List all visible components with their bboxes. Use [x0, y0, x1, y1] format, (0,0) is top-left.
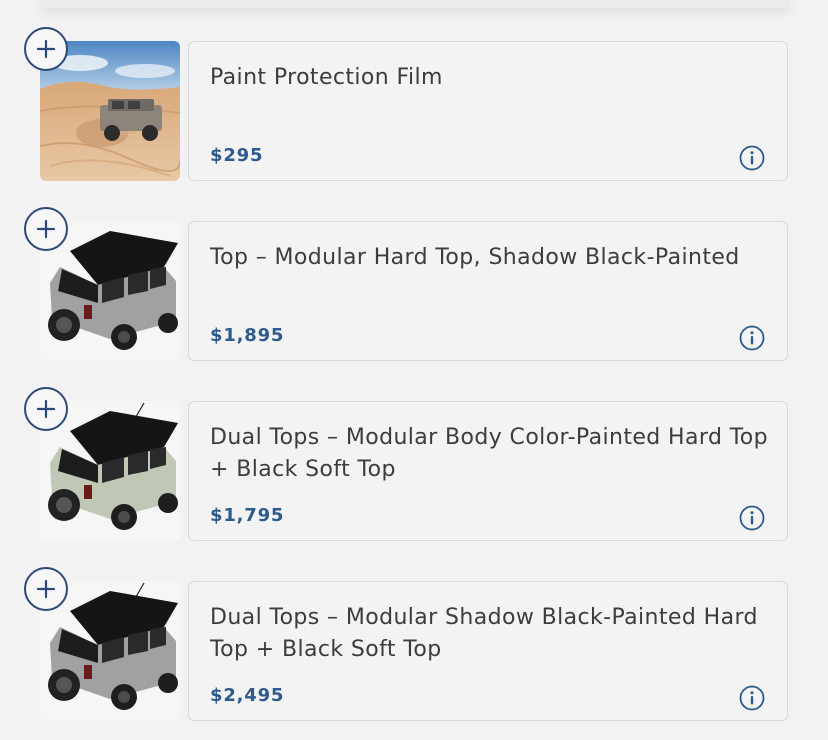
accessory-title: Dual Tops – Modular Shadow Black-Painted…: [210, 605, 758, 662]
accessory-price: $2,495: [210, 685, 285, 706]
plus-icon: [36, 579, 56, 599]
accessory-title: Paint Protection Film: [210, 65, 443, 90]
accessory-item-dual-tops-body-color: Dual Tops – Modular Body Color-Painted H…: [0, 387, 828, 543]
header-shadow: [40, 0, 790, 8]
info-icon[interactable]: [739, 145, 765, 171]
accessory-card[interactable]: Top – Modular Hard Top, Shadow Black-Pai…: [188, 221, 788, 361]
accessory-item-paint-protection-film: Paint Protection Film $295: [0, 27, 828, 183]
accessory-price: $1,795: [210, 505, 285, 526]
info-icon[interactable]: [739, 685, 765, 711]
plus-icon: [36, 399, 56, 419]
info-icon[interactable]: [739, 325, 765, 351]
info-icon[interactable]: [739, 505, 765, 531]
accessories-list-page: Paint Protection Film $295 Top – Modular…: [0, 0, 828, 740]
accessory-price: $295: [210, 145, 264, 166]
accessory-card[interactable]: Dual Tops – Modular Body Color-Painted H…: [188, 401, 788, 541]
plus-icon: [36, 39, 56, 59]
plus-icon: [36, 219, 56, 239]
add-modular-hard-top-button[interactable]: [24, 207, 68, 251]
accessory-item-modular-hard-top: Top – Modular Hard Top, Shadow Black-Pai…: [0, 207, 828, 363]
accessory-card[interactable]: Dual Tops – Modular Shadow Black-Painted…: [188, 581, 788, 721]
accessory-item-dual-tops-shadow-black: Dual Tops – Modular Shadow Black-Painted…: [0, 567, 828, 723]
add-dual-tops-shadow-black-button[interactable]: [24, 567, 68, 611]
add-paint-protection-film-button[interactable]: [24, 27, 68, 71]
accessory-price: $1,895: [210, 325, 285, 346]
add-dual-tops-body-color-button[interactable]: [24, 387, 68, 431]
accessory-title: Dual Tops – Modular Body Color-Painted H…: [210, 425, 769, 482]
accessory-card[interactable]: Paint Protection Film $295: [188, 41, 788, 181]
accessory-title: Top – Modular Hard Top, Shadow Black-Pai…: [210, 245, 740, 270]
